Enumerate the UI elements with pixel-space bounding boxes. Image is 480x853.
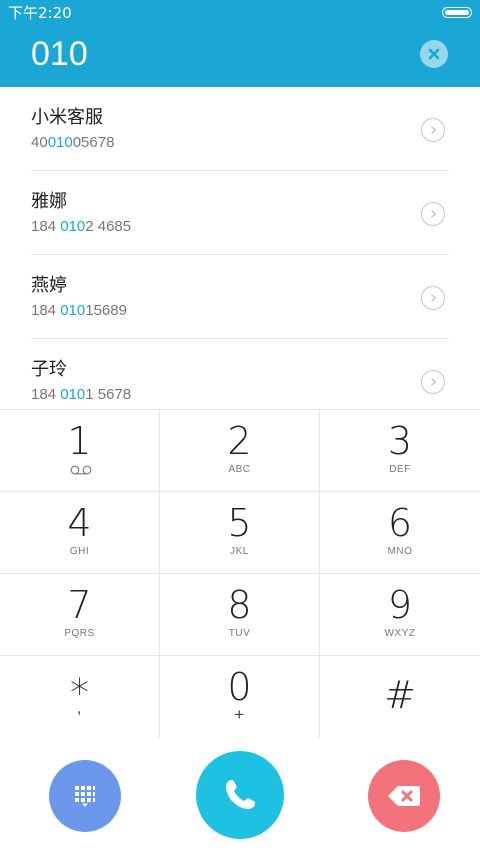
battery-icon — [442, 7, 472, 18]
key-7[interactable]: 7 PQRS — [0, 574, 160, 656]
key-letters: + — [234, 705, 245, 724]
contact-name: 燕婷 — [31, 275, 67, 296]
chevron-right-icon — [431, 210, 436, 218]
dialer-action-bar — [0, 737, 480, 853]
key-letters: MNO — [387, 546, 413, 557]
key-digit: # — [384, 673, 416, 717]
key-hash[interactable]: # — [320, 656, 480, 738]
key-digit: 3 — [387, 419, 413, 463]
match-highlight: 010 — [60, 386, 86, 403]
contact-row[interactable]: 雅娜 184 0102 4685 — [0, 171, 480, 255]
match-highlight: 010 — [47, 134, 73, 151]
clear-number-button[interactable] — [420, 40, 448, 68]
key-digit: 7 — [67, 583, 92, 627]
key-digit: 8 — [227, 583, 252, 627]
key-digit: 2 — [227, 419, 252, 463]
contact-detail-button[interactable] — [421, 118, 445, 142]
key-9[interactable]: 9 WXYZ — [320, 574, 480, 656]
key-6[interactable]: 6 MNO — [320, 492, 480, 574]
contact-detail-button[interactable] — [421, 286, 445, 310]
chevron-right-icon — [431, 294, 436, 302]
key-letters: , — [77, 700, 82, 717]
call-button[interactable] — [196, 751, 284, 839]
status-time: 下午2:20 — [8, 4, 72, 22]
backspace-button[interactable] — [368, 760, 440, 832]
key-2[interactable]: 2 ABC — [160, 410, 320, 492]
key-8[interactable]: 8 TUV — [160, 574, 320, 656]
toggle-keypad-button[interactable] — [49, 760, 121, 832]
key-letters: TUV — [228, 628, 251, 639]
contact-row[interactable]: 子玲 184 0101 5678 — [0, 339, 480, 410]
key-digit: 5 — [227, 501, 252, 545]
key-letters: ABC — [228, 464, 251, 475]
contact-row[interactable]: 小米客服 4001005678 — [0, 87, 480, 171]
dial-keypad: 1 2 ABC 3 DEF 4 GHI 5 JKL 6 MNO 7 PQRS 8… — [0, 409, 480, 738]
voicemail-icon — [70, 465, 92, 475]
key-1[interactable]: 1 — [0, 410, 160, 492]
backspace-icon — [388, 786, 420, 806]
chevron-right-icon — [431, 378, 436, 386]
contact-phone: 184 01015689 — [31, 302, 127, 319]
key-3[interactable]: 3 DEF — [320, 410, 480, 492]
key-digit: 1 — [67, 419, 92, 463]
key-digit: 4 — [67, 501, 92, 545]
contact-phone: 184 0101 5678 — [31, 386, 132, 403]
key-digit: 9 — [387, 583, 413, 627]
contact-name: 小米客服 — [31, 107, 103, 128]
contact-phone: 184 0102 4685 — [31, 218, 132, 235]
key-4[interactable]: 4 GHI — [0, 492, 160, 574]
chevron-right-icon — [431, 126, 436, 134]
contact-row[interactable]: 燕婷 184 01015689 — [0, 255, 480, 339]
key-letters: WXYZ — [384, 628, 416, 639]
key-letters: DEF — [389, 464, 411, 475]
key-digit: 6 — [387, 501, 413, 545]
contact-detail-button[interactable] — [421, 370, 445, 394]
key-letters: JKL — [230, 546, 249, 557]
key-letters: GHI — [69, 546, 90, 557]
match-highlight: 010 — [60, 302, 86, 319]
key-5[interactable]: 5 JKL — [160, 492, 320, 574]
dialpad-icon — [75, 786, 95, 807]
key-star[interactable]: * , — [0, 656, 160, 738]
contact-name: 子玲 — [31, 359, 67, 380]
phone-icon — [226, 780, 255, 809]
contact-name: 雅娜 — [31, 191, 67, 212]
key-digit: 0 — [227, 665, 252, 709]
contact-detail-button[interactable] — [421, 202, 445, 226]
key-0[interactable]: 0 + — [160, 656, 320, 738]
contact-phone: 4001005678 — [31, 134, 115, 151]
match-highlight: 010 — [60, 218, 86, 235]
close-icon — [428, 48, 440, 60]
dialed-number: 010 — [31, 35, 88, 73]
contact-results-list: 小米客服 4001005678 雅娜 184 0102 4685 燕婷 184 … — [0, 87, 480, 410]
key-letters: PQRS — [64, 628, 95, 639]
dialer-header: 下午2:20 010 — [0, 0, 480, 87]
